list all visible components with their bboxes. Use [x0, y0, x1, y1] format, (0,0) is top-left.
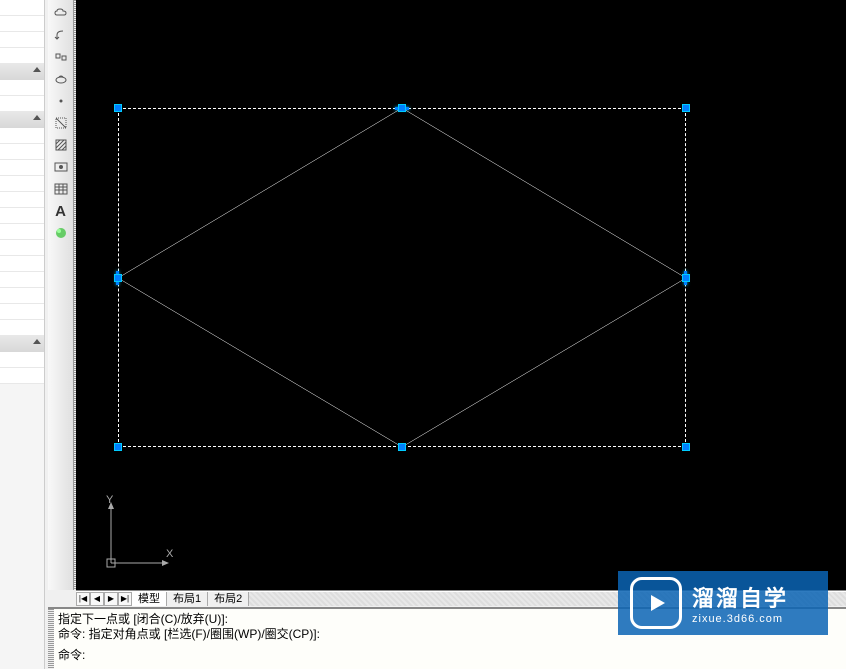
watermark-title: 溜溜自学: [692, 581, 788, 613]
panel-row: [0, 176, 44, 192]
tab-nav-prev[interactable]: ◀: [90, 592, 104, 606]
point-icon[interactable]: [51, 91, 71, 111]
tab-layout1[interactable]: 布局1: [167, 592, 208, 606]
panel-row: [0, 208, 44, 224]
tab-nav-last[interactable]: ▶|: [118, 592, 132, 606]
text-icon[interactable]: A: [51, 201, 71, 221]
polyline-diamond[interactable]: [118, 108, 686, 447]
panel-row: [0, 80, 44, 96]
grip-handle[interactable]: [398, 104, 406, 112]
panel-row: [0, 352, 44, 368]
collapse-arrow-icon: [33, 339, 41, 344]
grip-handle[interactable]: [114, 443, 122, 451]
panel-row: [0, 128, 44, 144]
command-prompt[interactable]: 命令:: [58, 648, 836, 663]
panel-row: [0, 320, 44, 336]
gradient-icon[interactable]: [51, 223, 71, 243]
panel-row: [0, 224, 44, 240]
watermark-badge: 溜溜自学 zixue.3d66.com: [618, 571, 828, 635]
panel-row: [0, 304, 44, 320]
panel-row: [0, 160, 44, 176]
panel-row: [0, 272, 44, 288]
grip-handle[interactable]: [682, 274, 690, 282]
play-icon: [630, 577, 682, 629]
grip-handle[interactable]: [682, 104, 690, 112]
collapse-arrow-icon: [33, 67, 41, 72]
draw-toolbar: A: [48, 0, 74, 590]
panel-row: [0, 240, 44, 256]
grip-handle[interactable]: [114, 274, 122, 282]
panel-row: [0, 144, 44, 160]
panel-row: [0, 48, 44, 64]
panel-section-header[interactable]: [0, 112, 44, 128]
panel-row: [0, 192, 44, 208]
panel-row: [0, 96, 44, 112]
table-icon[interactable]: [51, 179, 71, 199]
undo-icon[interactable]: [51, 25, 71, 45]
panel-row: [0, 16, 44, 32]
panel-row: [0, 32, 44, 48]
explode-icon[interactable]: [51, 47, 71, 67]
command-resize-handle[interactable]: [48, 609, 54, 669]
tab-layout2[interactable]: 布局2: [208, 592, 249, 606]
panel-section-header[interactable]: [0, 336, 44, 352]
panel-row: [0, 256, 44, 272]
cloud-icon[interactable]: [51, 3, 71, 23]
grip-handle[interactable]: [398, 443, 406, 451]
tab-nav-next[interactable]: ▶: [104, 592, 118, 606]
watermark-subtitle: zixue.3d66.com: [692, 613, 788, 625]
tab-model[interactable]: 模型: [132, 592, 167, 606]
drawing-canvas[interactable]: Y X: [76, 0, 846, 590]
grip-handle[interactable]: [682, 443, 690, 451]
boundary-icon[interactable]: [51, 157, 71, 177]
tab-nav-first[interactable]: |◀: [76, 592, 90, 606]
region-icon[interactable]: [51, 113, 71, 133]
panel-row: [0, 0, 44, 16]
panel-row: [0, 368, 44, 384]
wipeout-icon[interactable]: [51, 69, 71, 89]
hatch-icon[interactable]: [51, 135, 71, 155]
grip-handle[interactable]: [114, 104, 122, 112]
ucs-y-label: Y: [106, 495, 114, 506]
properties-panel: [0, 0, 45, 669]
ucs-x-label: X: [166, 548, 174, 560]
ucs-icon: Y X: [96, 495, 176, 585]
panel-section-header[interactable]: [0, 64, 44, 80]
collapse-arrow-icon: [33, 115, 41, 120]
panel-row: [0, 288, 44, 304]
